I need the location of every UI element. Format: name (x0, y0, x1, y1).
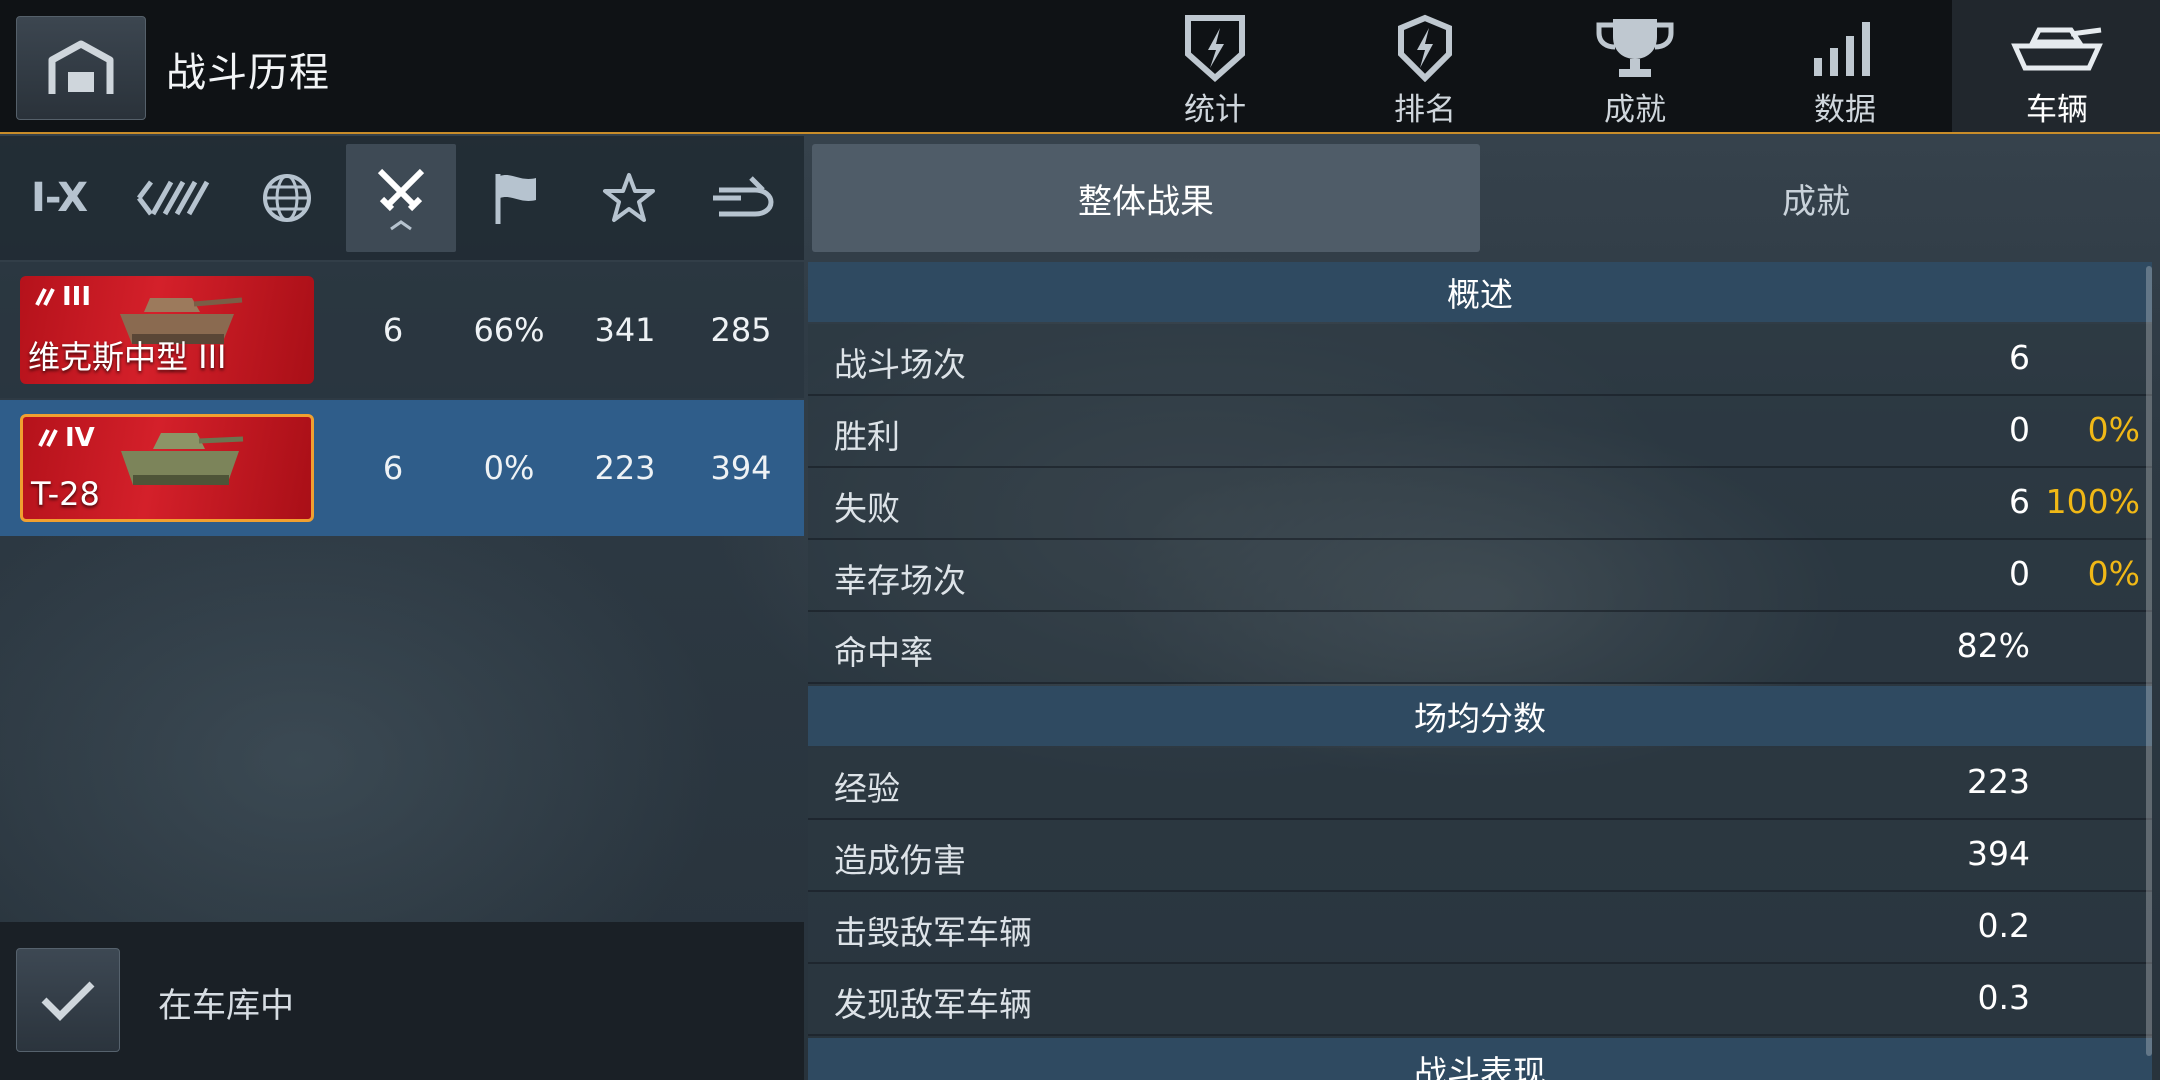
stat-label: 造成伤害 (834, 841, 966, 880)
tab-achievements-label: 成就 (1604, 92, 1666, 128)
filter-flag[interactable] (460, 144, 570, 252)
stat-value: 223 (1967, 762, 2030, 801)
medium-tank-class-icon (35, 288, 55, 306)
stat-percent: 100% (2045, 482, 2140, 521)
tab-achievements-sub[interactable]: 成就 (1482, 144, 2150, 252)
tab-achievements[interactable]: 成就 (1530, 0, 1740, 132)
top-bar: 战斗历程 统计 排名 成就 数据 车辆 (0, 0, 2160, 134)
vehicle-avg-exp: 341 (594, 311, 656, 349)
tab-statistics[interactable]: 统计 (1110, 0, 1320, 132)
vehicle-name: 维克斯中型 III (28, 338, 227, 376)
stat-row: 击毁敌军车辆 0.2 (808, 892, 2152, 964)
checkmark-icon (41, 981, 95, 1021)
tier-label: III (62, 282, 92, 312)
trophy-icon (1596, 19, 1674, 77)
filter-nation[interactable] (232, 144, 342, 252)
stat-row: 造成伤害 394 (808, 820, 2152, 892)
chevron-up-icon (390, 220, 412, 231)
badge-bolt-icon (1398, 14, 1452, 82)
in-garage-label: 在车库中 (158, 986, 294, 1026)
stat-label: 发现敌军车辆 (834, 985, 1032, 1024)
vehicle-card: III 维克斯中型 III (20, 276, 314, 384)
stat-label: 失败 (834, 489, 900, 528)
stat-value: 0 (2009, 410, 2030, 449)
scrollbar[interactable] (2146, 266, 2152, 1056)
stats-panel: 概述 战斗场次 6 胜利 0 0% 失败 6 100% 幸存场次 0 0% 命中… (808, 262, 2152, 1080)
filter-bar: I-X (0, 136, 804, 260)
stat-value: 6 (2009, 338, 2030, 377)
premium-tank-icon (713, 176, 774, 217)
vehicle-winrate: 66% (473, 311, 545, 349)
stat-value: 0.2 (1977, 906, 2030, 945)
bar-chart-icon (1814, 22, 1870, 76)
shield-bolt-icon (1185, 15, 1245, 82)
flag-icon (495, 174, 536, 224)
vehicle-avg-damage: 285 (710, 311, 772, 349)
section-header-performance: 战斗表现 (808, 1038, 2152, 1080)
in-garage-checkbox[interactable] (16, 948, 120, 1052)
filter-premium-tank[interactable] (688, 144, 798, 252)
stat-row: 胜利 0 0% (808, 396, 2152, 468)
filter-battle-type[interactable] (346, 144, 456, 252)
garage-filter-bar: 在车库中 (0, 922, 804, 1080)
stat-value: 0 (2009, 554, 2030, 593)
stat-row: 幸存场次 0 0% (808, 540, 2152, 612)
stat-label: 胜利 (834, 417, 900, 456)
section-header-average: 场均分数 (808, 686, 2152, 746)
globe-icon (263, 174, 311, 222)
stat-value: 6 (2009, 482, 2030, 521)
vehicle-image-icon (121, 433, 244, 485)
tab-vehicles[interactable]: 车辆 (1952, 0, 2160, 132)
vehicle-list: III 维克斯中型 III 6 66% 341 285 IV T-28 6 0%… (0, 262, 804, 922)
stat-value: 82% (1956, 626, 2030, 665)
tier-label: IV (65, 423, 95, 453)
stat-value: 0.3 (1977, 978, 2030, 1017)
stat-row: 命中率 82% (808, 612, 2152, 684)
stat-label: 击毁敌军车辆 (834, 913, 1032, 952)
page-title: 战斗历程 (166, 50, 330, 96)
section-header-overview: 概述 (808, 262, 2152, 322)
tier-badge: IV (37, 423, 95, 453)
tier-badge: III (34, 282, 91, 312)
vehicle-winrate: 0% (483, 449, 535, 487)
tab-data[interactable]: 数据 (1740, 0, 1950, 132)
tab-ranking-label: 排名 (1394, 92, 1456, 128)
vehicle-class-icon (137, 180, 210, 216)
tab-vehicles-label: 车辆 (2026, 92, 2088, 128)
stat-row: 经验 223 (808, 748, 2152, 820)
tier-range-label: I-X (30, 175, 88, 221)
stat-label: 战斗场次 (834, 345, 966, 384)
stat-row: 失败 6 100% (808, 468, 2152, 540)
vehicle-row-selected[interactable]: IV T-28 6 0% 223 394 (0, 400, 804, 536)
tank-icon (2011, 27, 2103, 71)
stat-percent: 0% (2087, 410, 2140, 449)
tab-ranking[interactable]: 排名 (1320, 0, 1530, 132)
hangar-icon (48, 40, 114, 94)
vehicle-battles: 6 (382, 449, 404, 487)
vehicle-name: T-28 (31, 475, 100, 513)
vehicle-avg-exp: 223 (594, 449, 656, 487)
stat-label: 命中率 (834, 633, 933, 672)
vehicle-row[interactable]: III 维克斯中型 III 6 66% 341 285 (0, 262, 804, 398)
stat-value: 394 (1967, 834, 2030, 873)
tab-data-label: 数据 (1814, 92, 1876, 128)
filter-vehicle-class[interactable] (118, 144, 228, 252)
filter-star[interactable] (574, 144, 684, 252)
vehicle-avg-damage: 394 (710, 449, 772, 487)
stat-label: 幸存场次 (834, 561, 966, 600)
hangar-button[interactable] (16, 16, 146, 120)
stat-row: 发现敌军车辆 0.3 (808, 964, 2152, 1036)
vehicle-card: IV T-28 (20, 414, 314, 522)
stat-percent: 0% (2087, 554, 2140, 593)
filter-tier-range[interactable]: I-X (4, 144, 114, 252)
tab-statistics-label: 统计 (1184, 92, 1246, 128)
stat-label: 经验 (834, 769, 900, 808)
stat-row: 战斗场次 6 (808, 324, 2152, 396)
crossed-swords-icon (377, 168, 425, 212)
star-icon (603, 173, 655, 222)
tab-overall-results[interactable]: 整体战果 (812, 144, 1480, 252)
vehicle-battles: 6 (382, 311, 404, 349)
medium-tank-class-icon (38, 429, 58, 447)
